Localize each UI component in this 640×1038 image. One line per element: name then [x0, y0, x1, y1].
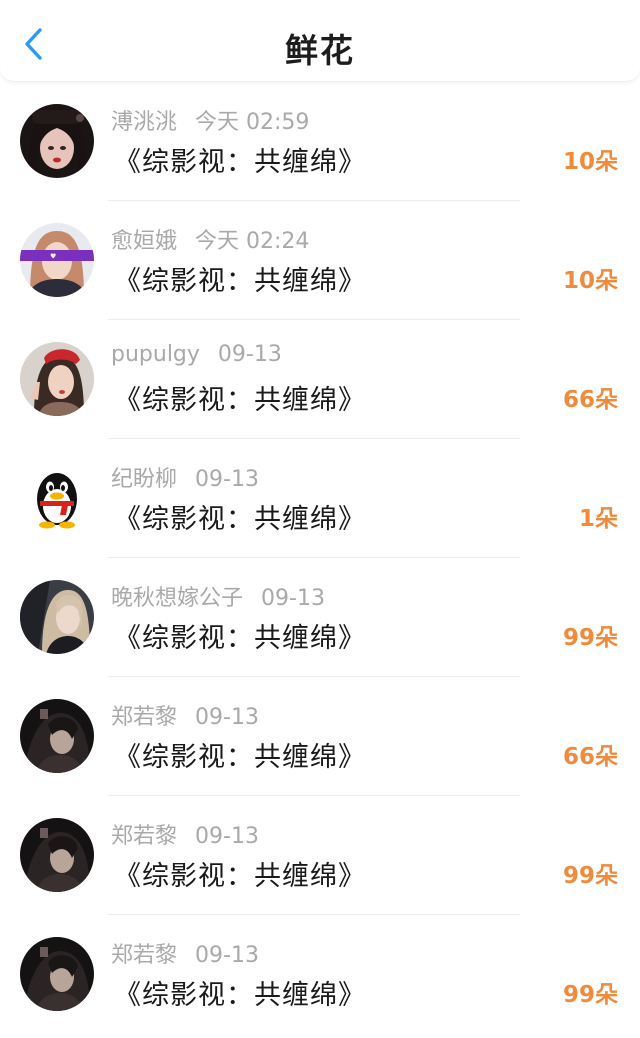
book-title[interactable]: 《综影视：共缠绵》: [114, 378, 366, 417]
timestamp: 09-13: [217, 342, 282, 367]
user-avatar[interactable]: [20, 104, 94, 178]
timestamp: 今天 02:59: [195, 110, 310, 135]
user-name[interactable]: 溥洮洮: [111, 110, 177, 135]
book-title[interactable]: 《综影视：共缠绵》: [114, 854, 366, 893]
book-title[interactable]: 《综影视：共缠绵》: [114, 973, 366, 1012]
list-item[interactable]: ♥ 愈姮娥 今天 02:24 《综影视：共缠绵》 10朵: [0, 201, 640, 320]
list-item[interactable]: 溥洮洮 今天 02:59 《综影视：共缠绵》 10朵: [0, 82, 640, 201]
qq-penguin-avatar[interactable]: [20, 461, 94, 535]
list-item[interactable]: 晚秋想嫁公子 09-13 《综影视：共缠绵》 99朵: [0, 558, 640, 677]
list-item[interactable]: pupulgy 09-13 《综影视：共缠绵》 66朵: [0, 320, 640, 439]
flower-count: 10朵: [562, 149, 618, 175]
timestamp: 09-13: [195, 705, 259, 730]
user-avatar[interactable]: [20, 699, 94, 773]
flower-count: 66朵: [562, 744, 618, 770]
user-avatar[interactable]: [20, 818, 94, 892]
svg-text:♥: ♥: [50, 253, 56, 261]
timestamp: 今天 02:24: [195, 229, 310, 254]
book-title[interactable]: 《综影视：共缠绵》: [114, 735, 366, 774]
flower-count: 66朵: [562, 387, 618, 413]
book-title[interactable]: 《综影视：共缠绵》: [114, 497, 366, 536]
timestamp: 09-13: [195, 943, 259, 968]
user-name[interactable]: 郑若黎: [111, 943, 177, 968]
flower-count: 99朵: [562, 982, 618, 1008]
nav-bar: 鲜花: [0, 0, 640, 82]
user-name[interactable]: pupulgy: [111, 342, 200, 367]
timestamp: 09-13: [261, 586, 325, 611]
flower-list: 溥洮洮 今天 02:59 《综影视：共缠绵》 10朵 ♥ 愈姮娥 今天 02:24 …: [0, 82, 640, 1034]
list-item[interactable]: 郑若黎 09-13 《综影视：共缠绵》 66朵: [0, 677, 640, 796]
list-item[interactable]: 纪盼柳 09-13 《综影视：共缠绵》 1朵: [0, 439, 640, 558]
user-avatar[interactable]: [20, 580, 94, 654]
user-name[interactable]: 愈姮娥: [111, 229, 177, 254]
user-name[interactable]: 郑若黎: [111, 705, 177, 730]
list-item[interactable]: 郑若黎 09-13 《综影视：共缠绵》 99朵: [0, 915, 640, 1034]
flower-count: 10朵: [562, 268, 618, 294]
timestamp: 09-13: [195, 824, 259, 849]
book-title[interactable]: 《综影视：共缠绵》: [114, 140, 366, 179]
flower-count: 99朵: [562, 863, 618, 889]
flower-count: 1朵: [578, 506, 618, 532]
user-avatar[interactable]: [20, 937, 94, 1011]
list-item[interactable]: 郑若黎 09-13 《综影视：共缠绵》 99朵: [0, 796, 640, 915]
page-title: 鲜花: [285, 31, 355, 70]
book-title[interactable]: 《综影视：共缠绵》: [114, 616, 366, 655]
flower-count: 99朵: [562, 625, 618, 651]
user-avatar[interactable]: [20, 342, 94, 416]
user-name[interactable]: 晚秋想嫁公子: [111, 586, 243, 611]
user-avatar[interactable]: ♥: [20, 223, 94, 297]
timestamp: 09-13: [195, 467, 259, 492]
book-title[interactable]: 《综影视：共缠绵》: [114, 259, 366, 298]
user-name[interactable]: 纪盼柳: [111, 467, 177, 492]
user-name[interactable]: 郑若黎: [111, 824, 177, 849]
